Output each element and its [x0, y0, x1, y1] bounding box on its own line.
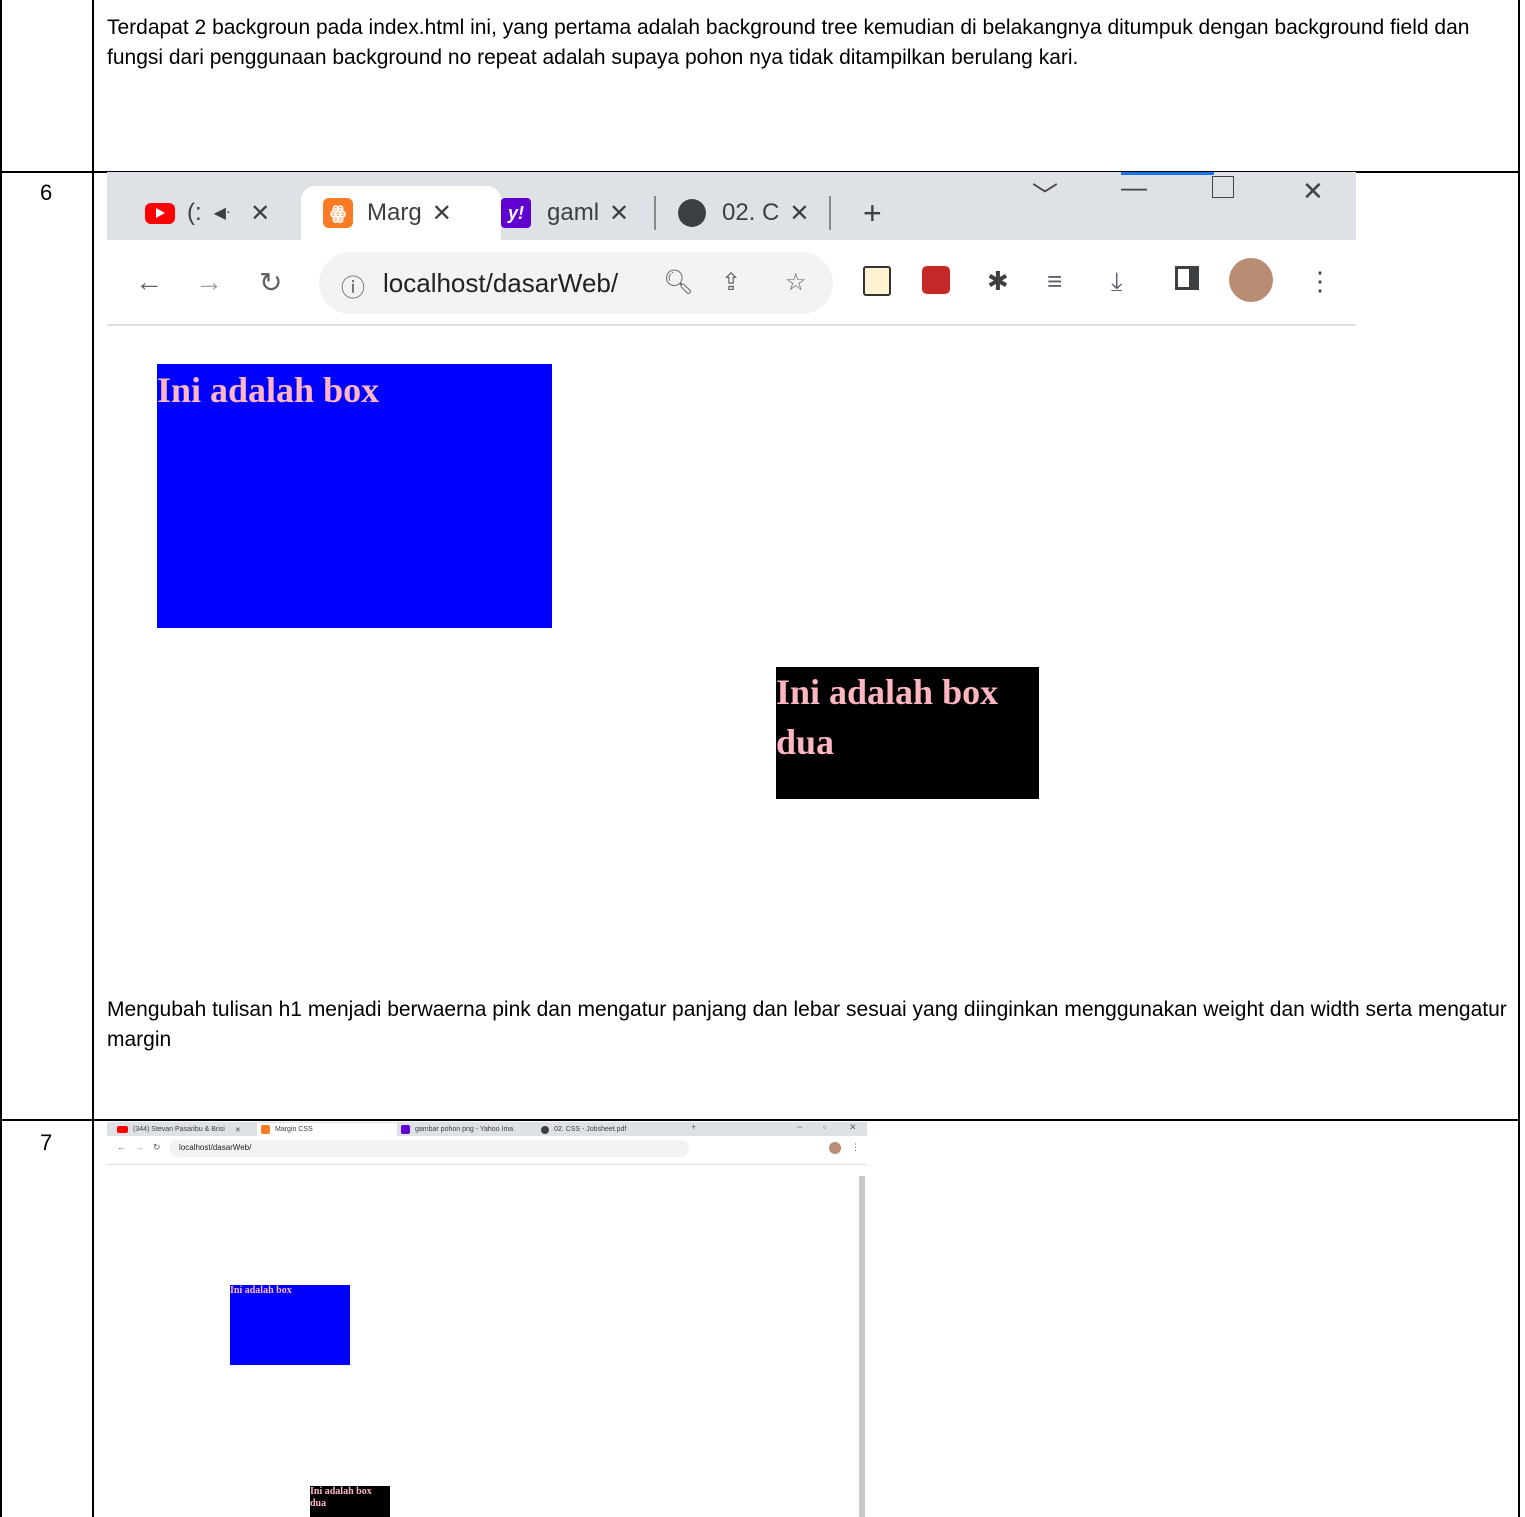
avatar[interactable]	[829, 1142, 841, 1154]
tab-youtube[interactable]: (344) Stevan Pasaribu & Brisi ✕	[117, 1123, 257, 1136]
tab-label: (:	[187, 199, 202, 226]
minimize-icon[interactable]: −	[797, 1122, 802, 1132]
tab-separator	[829, 196, 831, 230]
tab-label: 02. CSS - Jobsheet.pdf	[554, 1126, 627, 1133]
blue-box: Ini adalah box	[157, 364, 552, 628]
row-number: 6	[40, 180, 53, 205]
browser-screenshot: (: ◀ᐧ ✕ ꙮ Marg ✕ y! gaml ✕ 02. C ✕ + ﹀ —…	[107, 172, 1356, 827]
tab-margin[interactable]: Margin CSS	[257, 1123, 397, 1136]
row-divider	[0, 1119, 1520, 1121]
browser-toolbar: ← → ↻ ⓘ localhost/dasarWeb/ 🔍︎ ⇪ ☆ ✱ ≡ ⤓…	[107, 240, 1356, 326]
menu-kebab-icon[interactable]: ⋮	[1307, 266, 1333, 297]
avatar[interactable]	[1229, 258, 1273, 302]
tab-strip: (: ◀ᐧ ✕ ꙮ Marg ✕ y! gaml ✕ 02. C ✕ + ﹀ —…	[107, 172, 1356, 240]
table-border-left	[0, 0, 2, 1517]
blue-box: Ini adalah box	[230, 1285, 350, 1365]
tab-label: gambar pohon png - Yahoo Ima	[415, 1126, 514, 1133]
yahoo-icon	[401, 1125, 410, 1134]
tab-label: Margin CSS	[275, 1126, 313, 1133]
tab-label: Marg	[367, 199, 422, 226]
tab-margin[interactable]: ꙮ Marg ✕	[301, 186, 501, 240]
back-icon[interactable]: ←	[117, 1142, 126, 1152]
tab-separator	[654, 196, 656, 230]
forward-icon[interactable]: →	[135, 1142, 144, 1152]
box-heading: Ini adalah box	[230, 1285, 292, 1296]
audio-icon[interactable]: ◀ᐧ	[214, 203, 230, 223]
tab-pdf[interactable]: 02. CSS - Jobsheet.pdf	[541, 1123, 681, 1136]
yahoo-icon: y!	[501, 198, 531, 228]
close-tab-icon[interactable]: ✕	[609, 199, 629, 228]
row-5-description: Terdapat 2 backgroun pada index.html ini…	[107, 16, 1470, 69]
new-tab-button[interactable]: +	[863, 186, 882, 240]
download-icon[interactable]: ⤓	[1111, 266, 1123, 298]
tab-yahoo[interactable]: gambar pohon png - Yahoo Ima	[401, 1123, 537, 1136]
restore-icon[interactable]: ▫	[823, 1122, 826, 1132]
scrollbar[interactable]	[859, 1176, 865, 1517]
youtube-icon	[117, 1126, 128, 1133]
close-tab-icon[interactable]: ✕	[250, 199, 270, 228]
zoom-icon[interactable]: 🔍︎	[663, 268, 693, 297]
share-icon[interactable]: ⇪	[721, 268, 741, 297]
tab-label: (344) Stevan Pasaribu & Brisi	[133, 1126, 225, 1133]
browser-toolbar: ← → ↻ localhost/dasarWeb/ ⋮	[107, 1136, 867, 1165]
window-accent-bar	[1121, 172, 1214, 175]
tab-youtube[interactable]: (: ◀ᐧ ✕	[145, 186, 270, 240]
close-tab-icon[interactable]: ✕	[789, 199, 809, 228]
info-icon: ⓘ	[341, 275, 365, 302]
new-tab-button[interactable]: +	[691, 1122, 696, 1132]
tab-label: gaml	[547, 199, 600, 226]
reload-icon[interactable]: ↻	[259, 266, 282, 299]
extension-upload-icon[interactable]	[863, 266, 891, 296]
menu-kebab-icon[interactable]: ⋮	[851, 1142, 860, 1153]
close-tab-icon[interactable]: ✕	[235, 1126, 241, 1134]
reading-list-icon[interactable]: ≡	[1047, 266, 1062, 297]
box-heading: Ini adalah box dua	[310, 1486, 372, 1509]
box-heading: Ini adalah box dua	[776, 672, 999, 762]
chevron-down-icon[interactable]: ﹀	[1032, 176, 1058, 213]
back-icon[interactable]: ←	[135, 266, 163, 298]
xampp-icon: ꙮ	[323, 198, 353, 228]
maximize-icon[interactable]	[1212, 176, 1234, 198]
minimize-icon[interactable]: —	[1121, 172, 1147, 203]
xampp-icon	[261, 1125, 270, 1134]
bookmark-star-icon[interactable]: ☆	[785, 268, 807, 297]
forward-icon[interactable]: →	[195, 266, 223, 298]
url-text: localhost/dasarWeb/	[383, 268, 619, 298]
document-table: Terdapat 2 backgroun pada index.html ini…	[0, 0, 1525, 1517]
table-border-right	[1518, 0, 1520, 1517]
address-bar[interactable]: ⓘ localhost/dasarWeb/ 🔍︎ ⇪ ☆	[319, 252, 833, 314]
side-panel-icon[interactable]	[1175, 266, 1199, 290]
box-heading: Ini adalah box	[157, 370, 380, 410]
close-window-icon[interactable]: ✕	[1302, 176, 1324, 207]
extensions-puzzle-icon[interactable]: ✱	[987, 266, 1009, 297]
black-box: Ini adalah box dua	[776, 667, 1039, 799]
tab-label: 02. C	[722, 199, 780, 226]
table-column-divider	[92, 0, 94, 1517]
tab-pdf[interactable]: 02. C ✕	[678, 186, 809, 240]
row-6-description: Mengubah tulisan h1 menjadi berwaerna pi…	[107, 998, 1507, 1051]
tab-strip: (344) Stevan Pasaribu & Brisi ✕ Margin C…	[107, 1122, 867, 1136]
globe-icon	[541, 1125, 549, 1134]
globe-icon	[678, 199, 706, 227]
tab-yahoo[interactable]: y! gaml ✕	[501, 186, 629, 240]
reload-icon[interactable]: ↻	[153, 1142, 161, 1153]
close-tab-icon[interactable]: ✕	[432, 199, 452, 228]
row-number: 7	[40, 1130, 53, 1155]
browser-screenshot-small: (344) Stevan Pasaribu & Brisi ✕ Margin C…	[107, 1122, 867, 1517]
youtube-icon	[145, 202, 175, 224]
extension-media-icon[interactable]	[922, 266, 950, 294]
black-box: Ini adalah box dua	[310, 1486, 390, 1517]
close-window-icon[interactable]: ✕	[849, 1122, 857, 1133]
url-text: localhost/dasarWeb/	[179, 1143, 252, 1152]
address-bar[interactable]: localhost/dasarWeb/	[169, 1140, 689, 1157]
